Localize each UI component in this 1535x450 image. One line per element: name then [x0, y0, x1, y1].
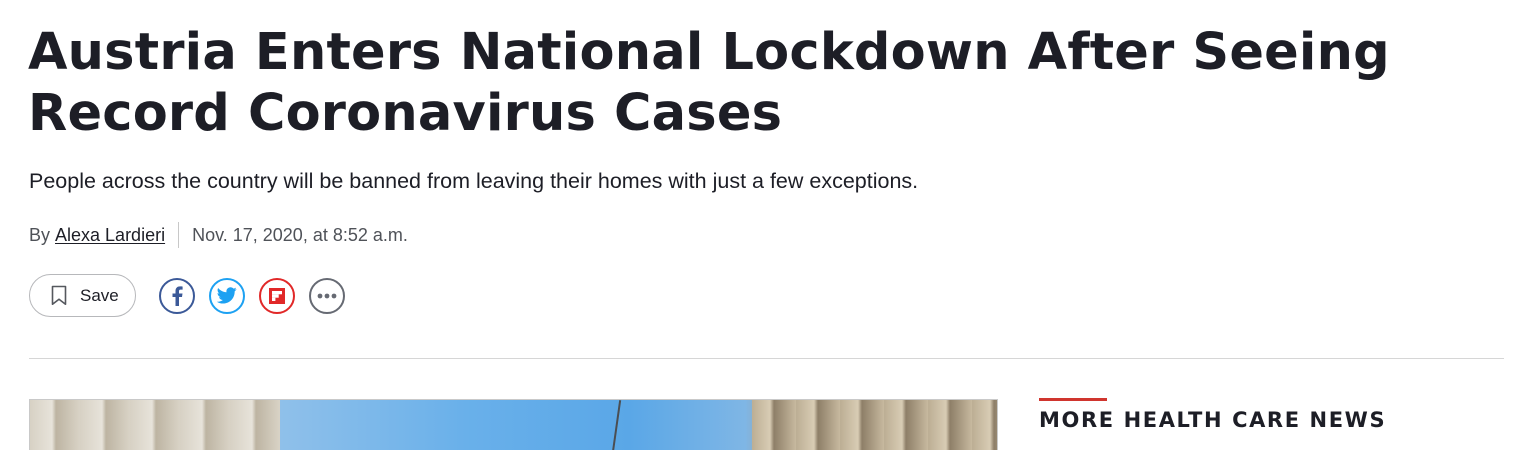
author-link[interactable]: Alexa Lardieri	[55, 225, 165, 246]
save-label: Save	[80, 285, 119, 305]
more-icon	[317, 293, 337, 298]
flipboard-share-button[interactable]	[259, 277, 295, 314]
facebook-icon	[172, 285, 183, 306]
publish-date: Nov. 17, 2020, at 8:52 a.m.	[192, 224, 408, 245]
article-dek: People across the country will be banned…	[29, 169, 919, 193]
section-divider	[29, 358, 1504, 359]
byline-divider	[178, 222, 180, 248]
bookmark-icon	[51, 285, 67, 306]
hero-image-building-left	[30, 400, 280, 450]
facebook-share-button[interactable]	[159, 277, 195, 314]
byline: By Alexa Lardieri Nov. 17, 2020, at 8:52…	[29, 222, 408, 248]
hero-image-building-right	[752, 400, 997, 450]
article-actions: Save	[29, 273, 345, 318]
flipboard-icon	[269, 287, 285, 304]
sidebar-heading: MORE HEALTH CARE NEWS	[1039, 408, 1387, 432]
hero-image-wire	[610, 400, 622, 450]
twitter-icon	[217, 287, 237, 304]
sidebar-accent-rule	[1039, 398, 1107, 401]
twitter-share-button[interactable]	[209, 277, 245, 314]
byline-prefix: By	[29, 224, 51, 245]
more-share-button[interactable]	[309, 277, 345, 314]
article-headline: Austria Enters National Lockdown After S…	[28, 23, 1390, 143]
save-button[interactable]: Save	[29, 274, 136, 317]
hero-image	[29, 399, 998, 450]
